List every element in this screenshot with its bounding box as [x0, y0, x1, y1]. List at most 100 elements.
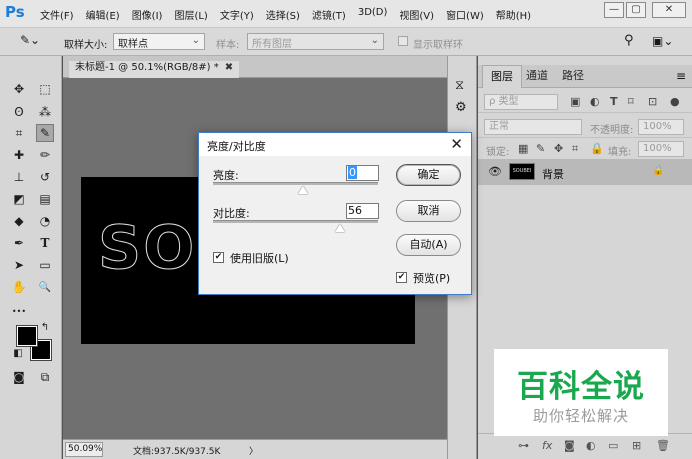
history-icon[interactable]: ⧖: [455, 78, 464, 93]
visibility-eye-icon[interactable]: 👁: [488, 165, 502, 178]
document-tab-bar: 未标题-1 @ 50.1%(RGB/8#) * ✖: [63, 56, 447, 78]
eraser-tool[interactable]: ◩: [10, 190, 28, 208]
properties-icon[interactable]: ⚙: [455, 100, 467, 115]
cancel-button[interactable]: 取消: [396, 200, 461, 222]
opacity-field[interactable]: 100%: [638, 119, 684, 135]
menu-bar: Ps 文件(F) 编辑(E) 图像(I) 图层(L) 文字(Y) 选择(S) 滤…: [0, 0, 692, 28]
search-icon[interactable]: ⚲: [624, 33, 634, 48]
pixel-filter-icon[interactable]: ▣: [570, 95, 580, 108]
crop-tool[interactable]: ⌗: [10, 124, 28, 142]
brightness-slider-track[interactable]: [213, 182, 378, 185]
show-ring-checkbox[interactable]: [398, 36, 408, 46]
menu-type[interactable]: 文字(Y): [220, 7, 254, 22]
marquee-tool[interactable]: ⬚: [36, 80, 54, 98]
layer-row-background[interactable]: 👁 SOUBEI 背景 🔒: [478, 159, 692, 185]
menu-window[interactable]: 窗口(W): [446, 7, 484, 22]
filter-toggle-icon[interactable]: ●: [670, 95, 680, 108]
contrast-input[interactable]: 56: [346, 203, 379, 219]
blend-mode-select[interactable]: 正常: [484, 119, 582, 135]
contrast-slider-thumb[interactable]: [335, 224, 345, 232]
sample-size-label: 取样大小:: [64, 40, 108, 51]
brush-tool[interactable]: ✏: [36, 146, 54, 164]
layer-style-icon[interactable]: fx: [542, 439, 552, 452]
eyedropper-preset-icon[interactable]: ✎⌄: [20, 33, 40, 47]
document-tab[interactable]: 未标题-1 @ 50.1%(RGB/8#) * ✖: [69, 61, 240, 78]
add-mask-icon[interactable]: ◙: [564, 439, 575, 452]
tab-paths[interactable]: 路径: [554, 65, 592, 88]
brightness-contrast-dialog: 亮度/对比度 ✕ 亮度: 0 对比度: 56 ✔ 使用旧版(L) 确定 取消 自…: [198, 132, 472, 295]
hand-tool[interactable]: ✋: [10, 278, 28, 296]
gradient-tool[interactable]: ▤: [36, 190, 54, 208]
smart-object-filter-icon[interactable]: ⊡: [648, 95, 657, 108]
brightness-input[interactable]: 0: [346, 165, 379, 181]
clone-stamp-tool[interactable]: ⊥: [10, 168, 28, 186]
blur-tool[interactable]: ◆: [10, 212, 28, 230]
chevron-down-icon: ⌄: [370, 35, 379, 46]
dodge-tool[interactable]: ◔: [36, 212, 54, 230]
preview-checkbox[interactable]: ✔: [396, 272, 407, 283]
lock-artboard-icon[interactable]: ⌗: [572, 142, 578, 156]
lock-position-icon[interactable]: ✥: [554, 142, 563, 155]
opacity-label: 不透明度:: [590, 125, 634, 136]
menu-filter[interactable]: 滤镜(T): [312, 7, 346, 22]
link-layers-icon[interactable]: ⊶: [518, 439, 529, 452]
lock-pixels-icon[interactable]: ✎: [536, 142, 545, 155]
rectangle-tool[interactable]: ▭: [36, 256, 54, 274]
path-selection-tool[interactable]: ➤: [10, 256, 28, 274]
delete-layer-icon[interactable]: 🗑: [656, 439, 670, 452]
ok-button[interactable]: 确定: [396, 164, 461, 186]
menu-edit[interactable]: 编辑(E): [86, 7, 120, 22]
move-tool[interactable]: ✥: [10, 80, 28, 98]
type-tool[interactable]: T: [36, 234, 54, 252]
shape-filter-icon[interactable]: ⌑: [628, 95, 634, 108]
workspace-icon[interactable]: ▣⌄: [652, 34, 673, 48]
more-tools-icon[interactable]: •••: [10, 302, 28, 320]
brightness-slider-thumb[interactable]: [298, 186, 308, 194]
menu-file[interactable]: 文件(F): [40, 7, 74, 22]
menu-select[interactable]: 选择(S): [266, 7, 300, 22]
history-brush-tool[interactable]: ↺: [36, 168, 54, 186]
type-filter-icon[interactable]: T: [610, 95, 618, 108]
filter-kind-select[interactable]: ρ 类型: [484, 94, 558, 110]
panel-menu-icon[interactable]: ≡: [676, 69, 686, 83]
lasso-tool[interactable]: ʘ: [10, 103, 28, 121]
menu-image[interactable]: 图像(I): [132, 7, 163, 22]
fill-field[interactable]: 100%: [638, 141, 684, 157]
pen-tool[interactable]: ✒: [10, 234, 28, 252]
minimize-button[interactable]: —: [604, 2, 624, 18]
default-colors-icon[interactable]: ◧: [12, 347, 24, 359]
lock-transparent-icon[interactable]: ▦: [518, 142, 528, 155]
zoom-level-field[interactable]: 50.09%: [65, 442, 103, 457]
group-icon[interactable]: ▭: [608, 439, 618, 452]
legacy-checkbox[interactable]: ✔: [213, 252, 224, 263]
new-layer-icon[interactable]: ⊞: [632, 439, 641, 452]
layer-thumbnail: SOUBEI: [509, 163, 535, 180]
foreground-color-swatch[interactable]: [16, 325, 38, 347]
adjustment-layer-icon[interactable]: ◐: [586, 439, 596, 452]
sample-size-select[interactable]: 取样点 ⌄: [113, 33, 205, 50]
eyedropper-tool[interactable]: ✎: [36, 124, 54, 142]
sample-select[interactable]: 所有图层 ⌄: [247, 33, 384, 50]
info-menu-arrow[interactable]: 〉: [249, 444, 258, 457]
menu-3d[interactable]: 3D(D): [358, 7, 388, 22]
swap-colors-icon[interactable]: ↰: [38, 320, 52, 334]
tab-layers[interactable]: 图层: [482, 65, 522, 88]
close-icon[interactable]: ✕: [450, 135, 463, 153]
menu-layer[interactable]: 图层(L): [174, 7, 207, 22]
contrast-slider-track[interactable]: [213, 220, 378, 223]
close-window-button[interactable]: ✕: [652, 2, 686, 18]
restore-button[interactable]: ▢: [626, 2, 646, 18]
close-tab-icon[interactable]: ✖: [225, 62, 233, 73]
zoom-tool[interactable]: 🔍: [36, 278, 54, 296]
adjustment-filter-icon[interactable]: ◐: [590, 95, 600, 108]
menu-view[interactable]: 视图(V): [399, 7, 434, 22]
lock-all-icon[interactable]: 🔒: [590, 142, 604, 155]
watermark-subtitle: 助你轻松解决: [532, 407, 629, 425]
menu-help[interactable]: 帮助(H): [496, 7, 531, 22]
screen-mode-icon[interactable]: ⧉: [36, 368, 54, 386]
healing-brush-tool[interactable]: ✚: [10, 146, 28, 164]
auto-button[interactable]: 自动(A): [396, 234, 461, 256]
quick-mask-icon[interactable]: ◙: [10, 368, 28, 386]
magic-wand-tool[interactable]: ⁂: [36, 103, 54, 121]
tab-channels[interactable]: 通道: [518, 65, 556, 88]
